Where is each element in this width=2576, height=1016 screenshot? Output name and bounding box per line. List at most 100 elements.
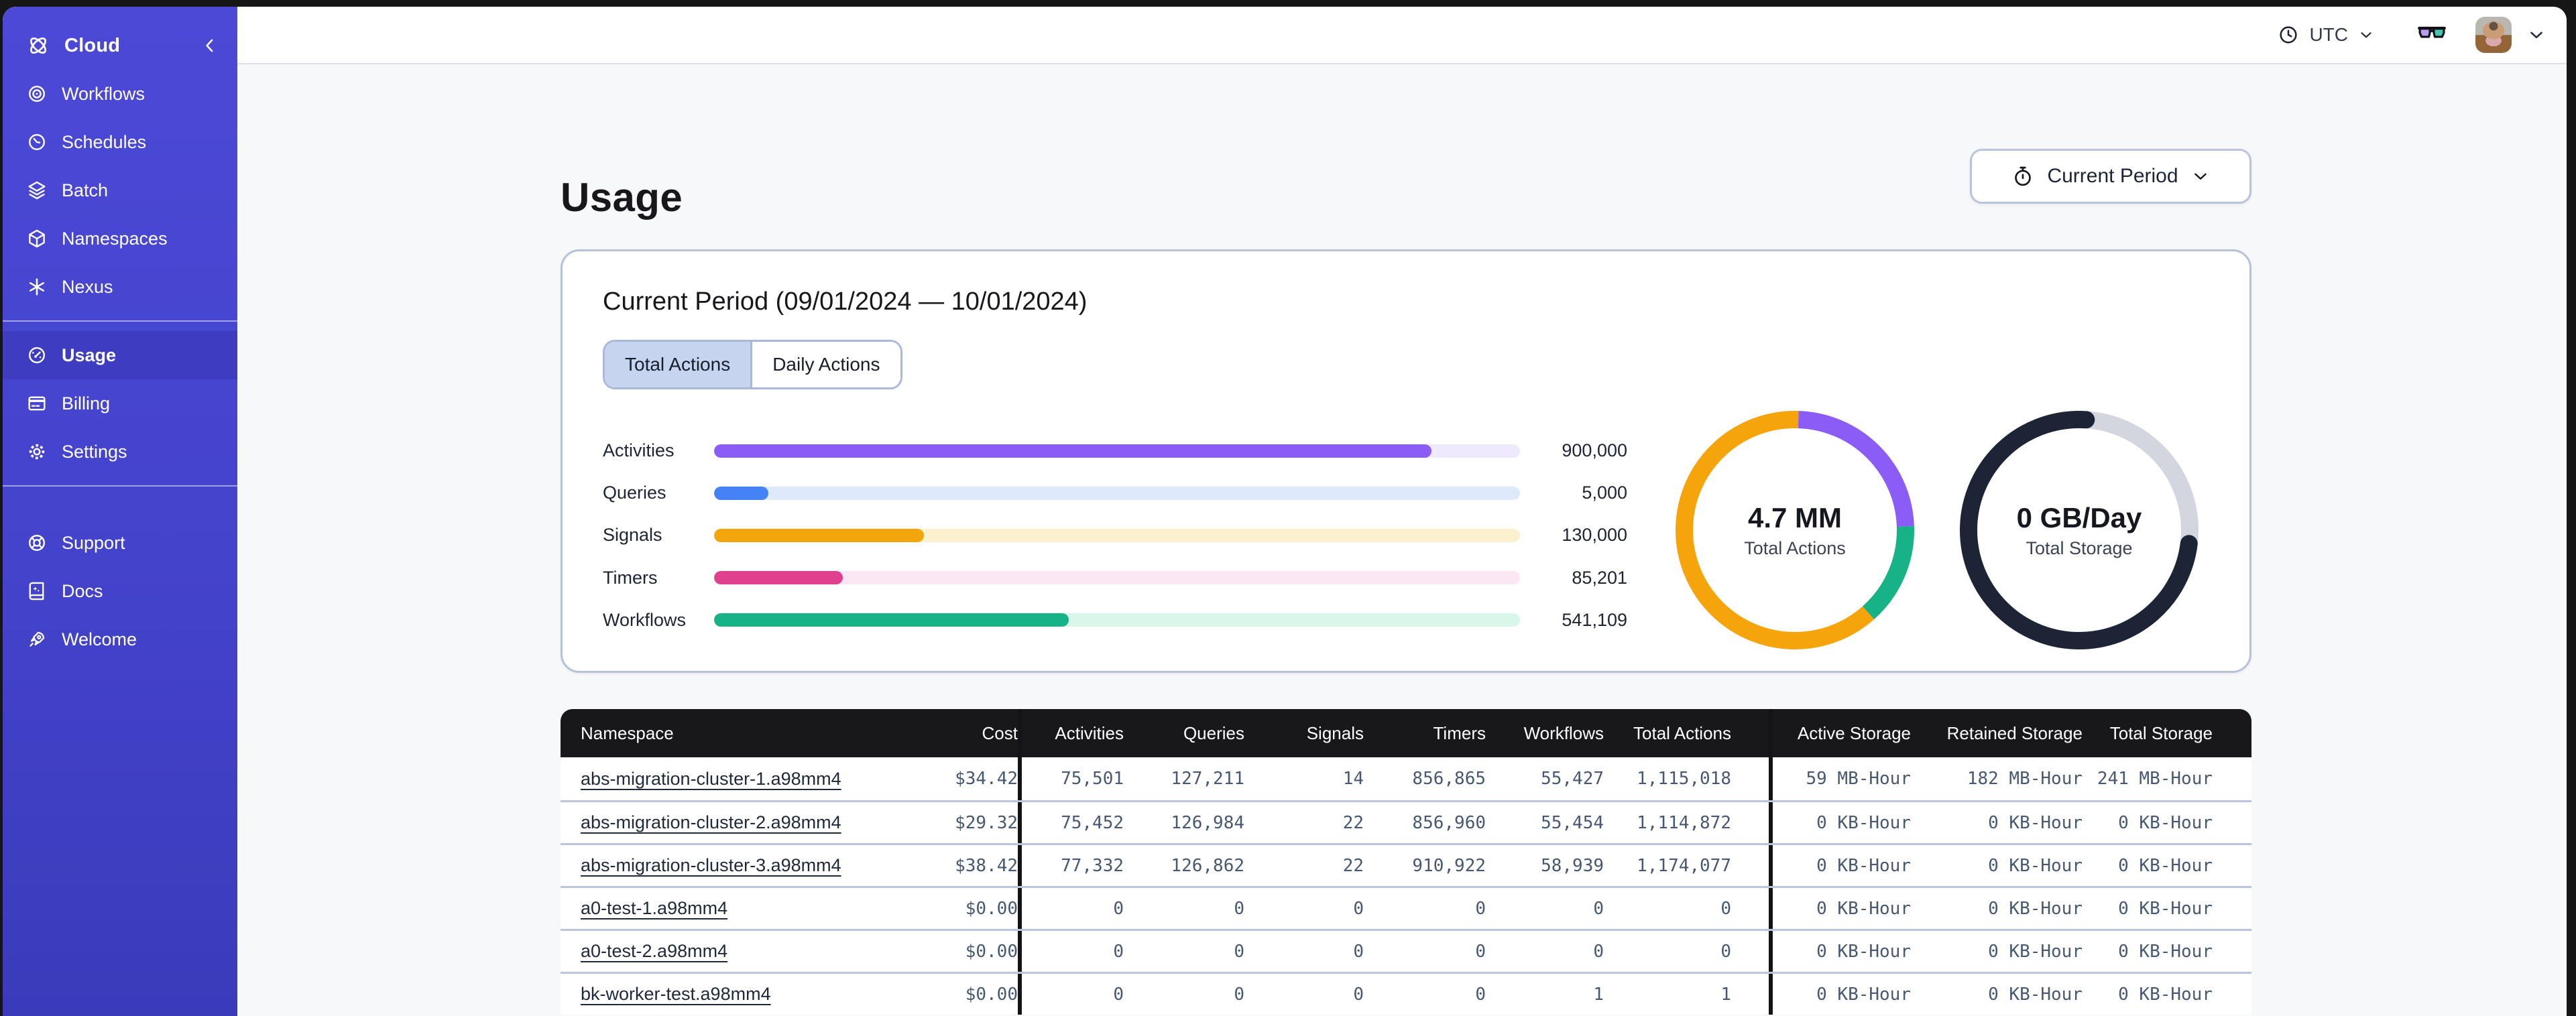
- bar-chart-row: Queries 5,000: [603, 472, 1627, 514]
- timers-cell: 0: [1475, 898, 1486, 919]
- timers-cell: 856,865: [1412, 769, 1486, 789]
- total-actions-cell: 1,114,872: [1637, 812, 1731, 833]
- total-storage-cell: 0 KB-Hour: [2118, 855, 2213, 876]
- bar-fill: [714, 613, 1069, 627]
- usage-page: Usage Current Period Current Period (09/…: [237, 64, 2567, 1016]
- total-storage-value: 0 GB/Day: [2016, 501, 2142, 533]
- namespace-link[interactable]: abs-migration-cluster-2.a98mm4: [581, 812, 841, 833]
- total-storage-cell: 0 KB-Hour: [2118, 984, 2213, 1005]
- namespace-link[interactable]: bk-worker-test.a98mm4: [581, 984, 771, 1005]
- bar-chart-row: Timers 85,201: [603, 557, 1627, 599]
- total-storage-cell: 0 KB-Hour: [2118, 812, 2213, 833]
- col-timers: Timers: [1433, 722, 1486, 743]
- activities-cell: 75,452: [1061, 812, 1124, 833]
- bar-category-label: Queries: [603, 483, 666, 503]
- bar-track: [714, 571, 1520, 585]
- retained-storage-cell: 0 KB-Hour: [1988, 855, 2083, 876]
- cost-cell: $0.00: [965, 898, 1018, 919]
- activities-cell: 75,501: [1061, 769, 1124, 789]
- actions-tabs: Total Actions Daily Actions: [603, 340, 902, 389]
- chevron-down-icon: [2357, 26, 2375, 44]
- total-actions-cell: 0: [1720, 898, 1731, 919]
- active-storage-cell: 0 KB-Hour: [1816, 855, 1911, 876]
- screen: Cloud Workflows Schedules Batch Namespac…: [0, 0, 2576, 1016]
- sidebar-item-nexus[interactable]: Nexus: [3, 263, 237, 311]
- total-storage-label: Total Storage: [2026, 537, 2133, 558]
- queries-cell: 0: [1234, 984, 1244, 1005]
- table-row: abs-migration-cluster-2.a98mm4 $29.32 75…: [561, 800, 2251, 843]
- table-body: abs-migration-cluster-1.a98mm4 $34.42 75…: [561, 757, 2251, 1015]
- table-row: a0-test-1.a98mm4 $0.00 0 0 0 0 0 0 0 KB-…: [561, 886, 2251, 929]
- timezone-label: UTC: [2309, 24, 2348, 45]
- batch-icon: [25, 179, 48, 202]
- user-avatar[interactable]: [2475, 17, 2512, 53]
- bar-track: [714, 486, 1520, 500]
- namespace-link[interactable]: a0-test-2.a98mm4: [581, 941, 727, 962]
- sidebar-item-schedules[interactable]: Schedules: [3, 118, 237, 166]
- bar-value: 900,000: [1562, 440, 1627, 461]
- namespace-link[interactable]: abs-migration-cluster-3.a98mm4: [581, 855, 841, 876]
- timers-cell: 0: [1475, 941, 1486, 962]
- signals-cell: 0: [1353, 941, 1364, 962]
- col-queries: Queries: [1183, 722, 1244, 743]
- tab-daily-actions[interactable]: Daily Actions: [750, 342, 900, 387]
- table-row: a0-test-2.a98mm4 $0.00 0 0 0 0 0 0 0 KB-…: [561, 929, 2251, 972]
- support-icon: [25, 531, 48, 554]
- sidebar-item-billing[interactable]: Billing: [3, 379, 237, 428]
- sidebar-divider: [3, 320, 237, 322]
- account-menu-chevron-icon[interactable]: [2526, 25, 2546, 45]
- col-total-actions: Total Actions: [1633, 722, 1731, 743]
- sidebar-item-batch[interactable]: Batch: [3, 166, 237, 214]
- topbar: UTC: [237, 7, 2567, 64]
- workflows-cell: 0: [1593, 898, 1604, 919]
- total-actions-donut: 4.7 MM Total Actions: [1676, 411, 1914, 649]
- timezone-selector[interactable]: UTC: [2277, 23, 2375, 46]
- retained-storage-cell: 0 KB-Hour: [1988, 984, 2083, 1005]
- collapse-sidebar-icon[interactable]: [200, 36, 220, 56]
- docs-icon: [25, 580, 48, 602]
- sidebar-item-docs[interactable]: Docs: [3, 567, 237, 615]
- sidebar: Cloud Workflows Schedules Batch Namespac…: [3, 7, 237, 1016]
- col-cost: Cost: [982, 722, 1018, 743]
- total-storage-cell: 241 MB-Hour: [2097, 769, 2213, 789]
- current-period-card: Current Period (09/01/2024 — 10/01/2024)…: [561, 249, 2251, 673]
- brand-label: Cloud: [64, 34, 121, 56]
- sidebar-item-workflows[interactable]: Workflows: [3, 70, 237, 118]
- settings-icon: [25, 440, 48, 463]
- actions-bar-chart: Activities 900,000 Queries 5,000 Signals…: [603, 430, 1627, 641]
- tab-total-actions[interactable]: Total Actions: [605, 342, 751, 387]
- col-active-storage: Active Storage: [1797, 722, 1911, 743]
- col-workflows: Workflows: [1523, 722, 1604, 743]
- sidebar-item-welcome[interactable]: Welcome: [3, 615, 237, 663]
- namespace-link[interactable]: abs-migration-cluster-1.a98mm4: [581, 769, 841, 789]
- workflows-cell: 55,454: [1541, 812, 1604, 833]
- sidebar-item-namespaces[interactable]: Namespaces: [3, 214, 237, 263]
- workflows-cell: 1: [1593, 984, 1604, 1005]
- bar-category-label: Signals: [603, 525, 662, 546]
- review-glasses-icon[interactable]: [2415, 18, 2449, 52]
- total-actions-label: Total Actions: [1744, 537, 1846, 558]
- col-retained-storage: Retained Storage: [1946, 722, 2083, 743]
- bar-category-label: Timers: [603, 567, 658, 588]
- sidebar-item-support[interactable]: Support: [3, 519, 237, 567]
- bar-value: 85,201: [1572, 567, 1627, 588]
- bar-fill: [714, 528, 924, 542]
- namespace-link[interactable]: a0-test-1.a98mm4: [581, 898, 727, 919]
- bar-chart-row: Activities 900,000: [603, 430, 1627, 472]
- signals-cell: 14: [1342, 769, 1364, 789]
- total-storage-donut: 0 GB/Day Total Storage: [1960, 411, 2199, 649]
- retained-storage-cell: 0 KB-Hour: [1988, 941, 2083, 962]
- sidebar-item-usage[interactable]: Usage: [3, 331, 237, 379]
- bar-value: 5,000: [1582, 483, 1627, 503]
- total-actions-cell: 1,174,077: [1637, 855, 1731, 876]
- cost-cell: $38.42: [955, 855, 1018, 876]
- table-header: Namespace Cost Activities Queries Signal…: [561, 709, 2251, 757]
- sidebar-item-settings[interactable]: Settings: [3, 428, 237, 476]
- workflows-cell: 55,427: [1541, 769, 1604, 789]
- retained-storage-cell: 182 MB-Hour: [1967, 769, 2083, 789]
- period-selector-button[interactable]: Current Period: [1970, 149, 2251, 204]
- usage-icon: [25, 344, 48, 367]
- activities-cell: 0: [1113, 941, 1124, 962]
- activities-cell: 0: [1113, 984, 1124, 1005]
- bar-track: [714, 528, 1520, 542]
